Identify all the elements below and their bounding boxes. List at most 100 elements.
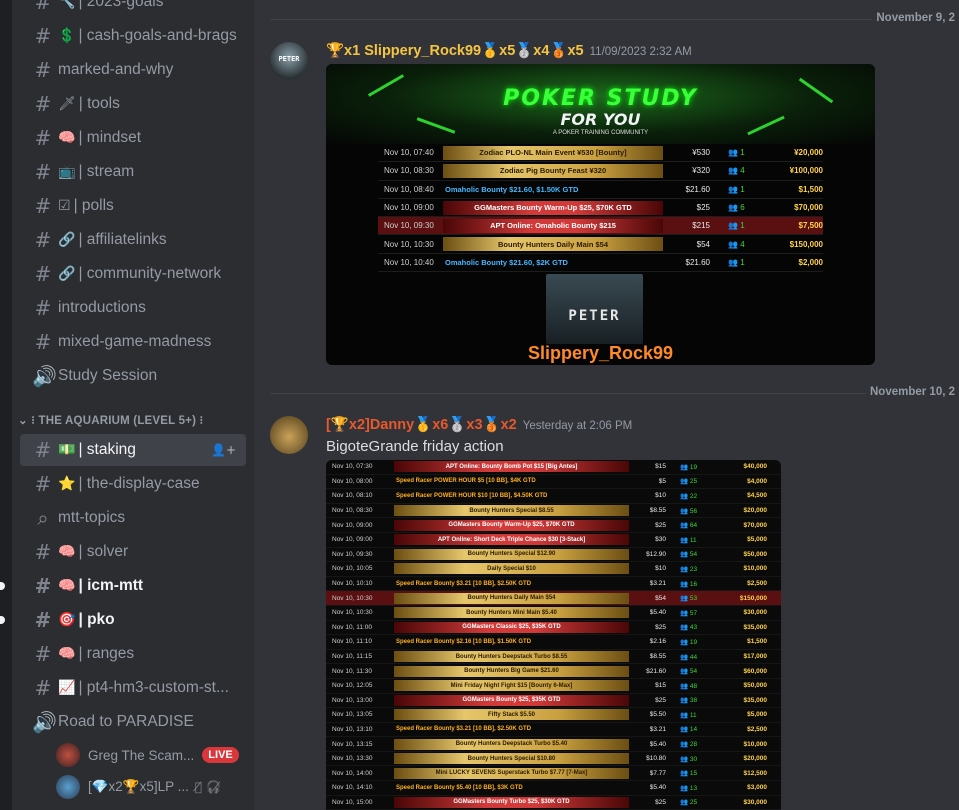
table-row: Nov 10, 08:40 Omaholic Bounty $21.60, $1.… [378,181,823,199]
tournament-name: GGMasters Bounty Turbo $25, $30K GTD [394,796,629,808]
channel-affiliatelinks[interactable]: # 🔗 | affiliatelinks [20,224,246,256]
guarantee: $20,000 [743,507,768,515]
channel-cash-goals-and-brags[interactable]: # 💲 | cash-goals-and-brags [20,20,246,52]
guarantee: $5,000 [747,536,767,544]
users-icon: 👥 [680,711,690,719]
user-avatar[interactable]: PETER [270,42,308,80]
table-row: Nov 10, 09:00 GGMasters Bounty Warm-Up $2… [326,518,781,533]
start-time: Nov 10, 12:05 [332,682,373,690]
users-icon: 👥 [728,257,741,267]
start-time: Nov 10, 13:00 [332,696,373,704]
users-icon: 👥 [680,551,690,559]
hash-icon: # [34,330,52,354]
channel-label: pt4-hm3-custom-st... [86,679,229,696]
username[interactable]: 🏆x1 Slippery_Rock99🥇x5🥈x4🥉x5 [326,42,584,59]
start-time: Nov 10, 10:30 [332,594,373,602]
entries: 👥 13 [680,784,698,792]
start-time: Nov 10, 10:40 [384,257,434,267]
channel-solver[interactable]: # 🧠 | solver [20,536,246,568]
start-time: Nov 10, 08:40 [384,184,434,194]
image-attachment[interactable]: Nov 10, 07:30 APT Online: Bounty Bomb Pot… [326,460,781,810]
tournament-name: Zodiac Pig Bounty Feast ¥320 [443,163,663,178]
entries: 👥 54 [680,551,698,559]
voice-user[interactable]: Greg The Scam... LIVE [56,741,239,769]
start-time: Nov 10, 08:10 [332,492,373,500]
channel-emoji: 🔗 [58,232,76,248]
banner-tagline: A POKER TRAINING COMMUNITY [552,130,649,136]
users-icon: 👥 [728,184,741,194]
add-member-icon[interactable]: 👤+ [211,443,236,457]
channel-tools[interactable]: # 🗡 | tools [20,88,246,120]
channel-icm-mtt[interactable]: # 🧠 | icm-mtt [20,570,246,602]
table-row: Nov 10, 13:15 Bounty Hunters Deepstack Tu… [326,737,781,752]
user-avatar[interactable] [270,416,308,454]
channel-introductions[interactable]: # introductions [20,292,246,324]
voice-channel-study-session[interactable]: 🔊 Study Session [20,360,246,392]
hash-icon: # [34,438,52,462]
channel-2023-goals[interactable]: # 🔧 | 2023-goals [20,0,246,18]
users-icon: 👥 [680,697,690,705]
guarantee: $150,000 [739,594,767,602]
image-attachment[interactable]: POKER STUDY FOR YOU A POKER TRAINING COM… [326,64,875,365]
channel-marked-and-why[interactable]: # marked-and-why [20,54,246,86]
category-header[interactable]: ⌄ ⁝ THE AQUARIUM (LEVEL 5+) ⁝ [18,413,203,427]
tournament-name: Bounty Hunters Daily Main $54 [443,237,663,252]
hash-icon: # [34,58,52,82]
table-row: Nov 10, 11:15 Bounty Hunters Deepstack Tu… [326,650,781,665]
channel-pko[interactable]: # 🎯 | pko [20,604,246,636]
date-divider: November 10, 2 [270,386,959,398]
tournament-name: GGMasters Classic $25, $35K GTD [394,621,629,633]
users-icon: 👥 [680,668,690,676]
table-row: Nov 10, 08:30 Bounty Hunters Special $8.5… [326,504,781,519]
start-time: Nov 10, 14:10 [332,784,373,792]
buy-in: $54 [655,594,666,602]
start-time: Nov 10, 13:05 [332,711,373,719]
voice-user[interactable]: [💎x2🏆x5]LP ... 🎙̸ 🎧̸ [56,773,221,801]
users-icon: 👥 [680,522,690,530]
avatar [56,743,80,767]
channel-mindset[interactable]: # 🧠 | mindset [20,122,246,154]
guarantee: $1,500 [798,184,823,194]
guarantee: $17,000 [743,653,768,661]
entries: 👥 56 [680,507,698,515]
channel-polls[interactable]: # ☑ | polls [20,190,246,222]
separator: | [78,475,87,492]
timestamp: Yesterday at 2:06 PM [522,420,633,432]
entries: 👥 4 [728,239,745,249]
guarantee: $50,000 [743,682,768,690]
voice-user-name: Greg The Scam... [88,747,195,763]
channel-label: cash-goals-and-brags [86,27,237,44]
start-time: Nov 10, 11:15 [332,653,372,661]
table-row: Nov 10, 13:05 Fifty Stack $5.50 $5.50 👥 11 $… [326,708,781,723]
channel-pt4-hm3-custom-st[interactable]: # 📈 | pt4-hm3-custom-st... [20,672,246,704]
tournament-name: GGMasters Bounty Warm-Up $25, $70K GTD [443,200,663,215]
channel-mixed-game-madness[interactable]: # mixed-game-madness [20,326,246,358]
channel-staking[interactable]: # 💵 | staking 👤+ [20,434,246,466]
voice-channel-road-to-paradise[interactable]: 🔊 Road to PARADISE [20,706,246,738]
tournament-name: GGMasters Bounty $25, $35K GTD [394,694,629,706]
channel-label: affiliatelinks [86,231,167,248]
users-icon: 👥 [680,478,690,486]
tournament-name: APT Online: Omaholic Bounty $215 [443,218,663,233]
channel-ranges[interactable]: # 🧠 | ranges [20,638,246,670]
speaker-icon: 🔊 [32,710,57,734]
table-row: Nov 10, 15:00 GGMasters Bounty Turbo $25,… [326,796,781,810]
channel-the-display-case[interactable]: # ⭐ | the-display-case [20,468,246,500]
channel-mtt-topics[interactable]: ⌕ mtt-topics [20,502,246,534]
buy-in: $8.55 [649,653,666,661]
buy-in: $12.90 [646,550,666,558]
hash-icon: # [34,126,52,150]
channel-label: Study Session [58,367,158,384]
users-icon: 👥 [680,580,690,588]
separator: | [78,645,87,662]
entries: 👥 28 [680,741,698,749]
channel-stream[interactable]: # 📺 | stream [20,156,246,188]
buy-in: $25 [655,798,666,806]
channel-community-network[interactable]: # 🔗 | community-network [20,258,246,290]
separator: | [78,129,87,146]
users-icon: 👥 [680,536,690,544]
table-row: Nov 10, 09:30 Bounty Hunters Special $12.… [326,548,781,563]
entries: 👥 1 [728,184,745,194]
tournament-name: Bounty Hunters Special $8.55 [394,505,629,517]
username[interactable]: [🏆x2]Danny🥇x6🥈x3🥉x2 [326,416,517,433]
